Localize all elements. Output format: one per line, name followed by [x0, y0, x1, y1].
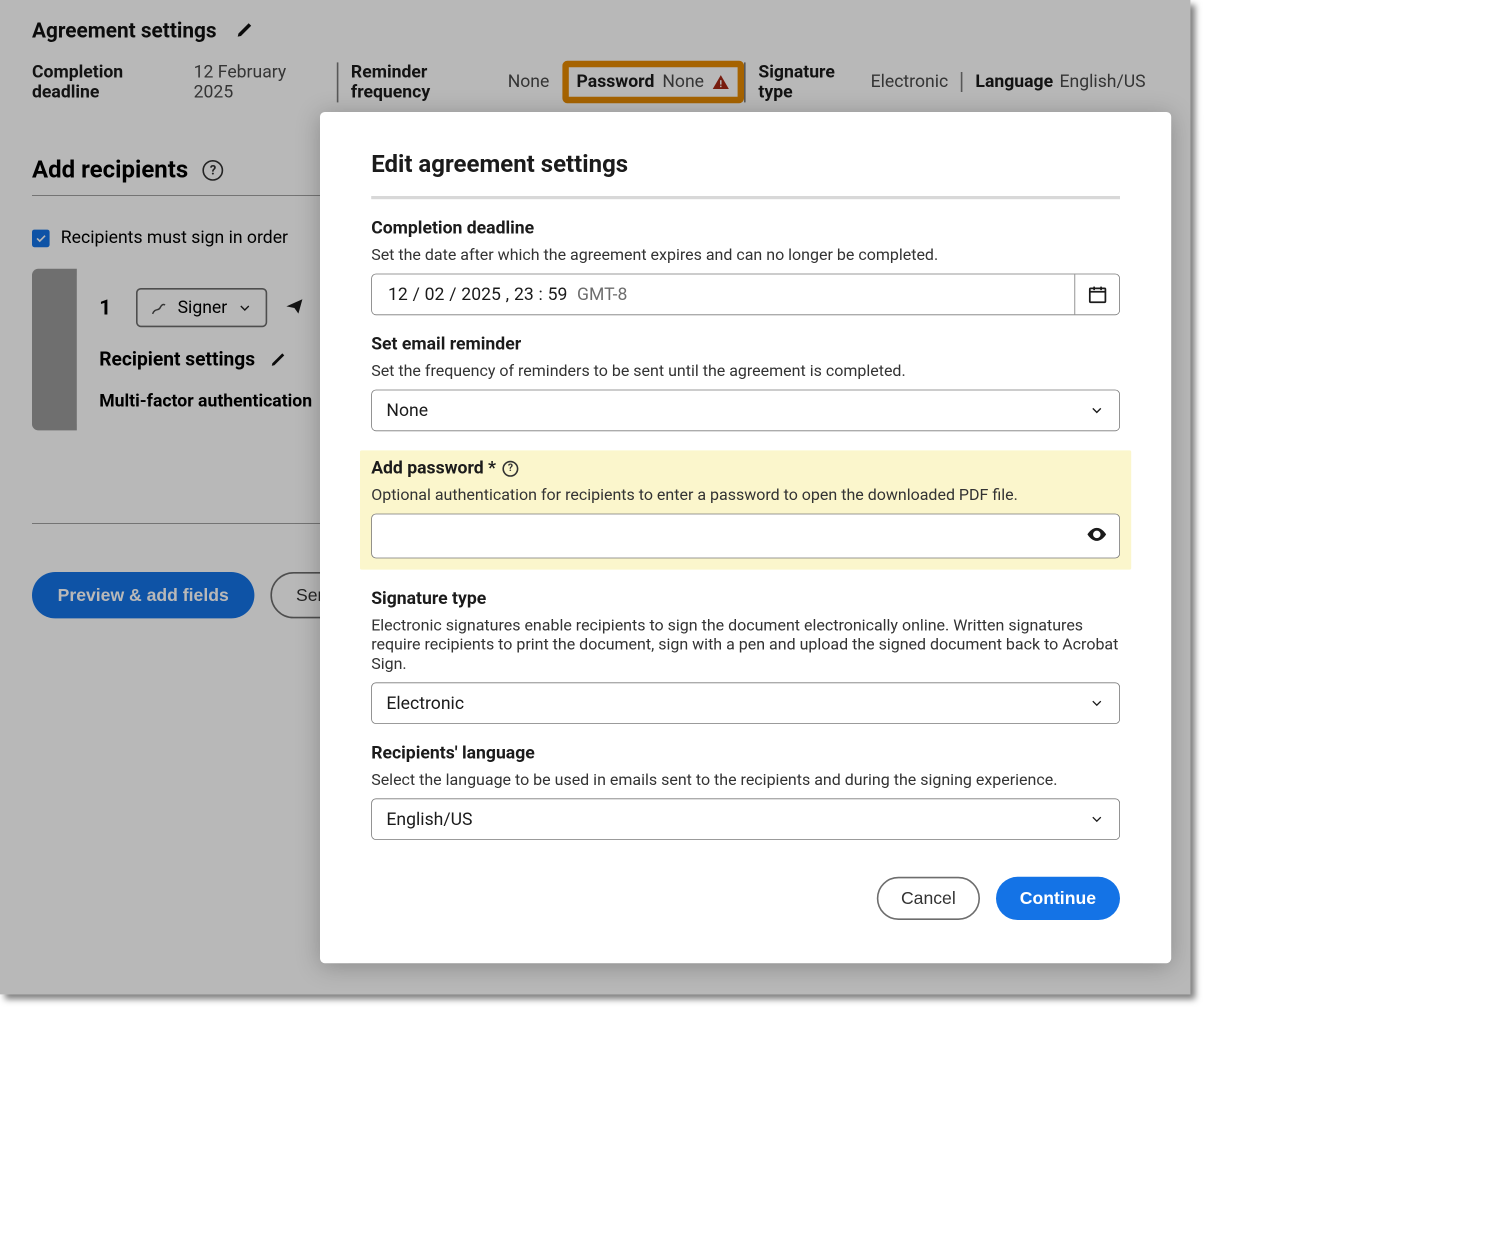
deadline-desc: Set the date after which the agreement e…	[371, 245, 1120, 264]
edit-settings-modal: Edit agreement settings Completion deadl…	[320, 112, 1171, 963]
recipient-settings-label: Recipient settings	[99, 348, 255, 370]
password-label: Add password * ?	[371, 458, 1120, 478]
page-title: Agreement settings	[32, 19, 217, 43]
edit-icon[interactable]	[236, 21, 254, 42]
password-input-wrapper	[371, 514, 1120, 559]
drag-handle[interactable]	[32, 269, 77, 431]
password-highlight-box: Password None	[562, 61, 744, 103]
edit-icon	[270, 350, 288, 368]
password-input[interactable]	[383, 526, 1085, 547]
reminder-desc: Set the frequency of reminders to be sen…	[371, 361, 1120, 380]
calendar-button[interactable]	[1074, 274, 1119, 314]
password-field: Add password * ? Optional authentication…	[360, 450, 1131, 569]
help-icon[interactable]: ?	[203, 160, 224, 181]
summary-sigtype[interactable]: Signature type Electronic	[744, 62, 961, 102]
mfa-label: Multi-factor authentication	[99, 391, 337, 411]
language-select[interactable]: English/US	[371, 798, 1120, 840]
settings-summary: Completion deadline 12 February 2025 Rem…	[32, 61, 1158, 103]
summary-language[interactable]: Language English/US	[961, 72, 1158, 92]
password-label-text: Add password *	[371, 458, 496, 478]
chevron-down-icon	[1089, 695, 1105, 711]
deadline-hour[interactable]: 23	[514, 284, 534, 304]
language-label: Recipients' language	[371, 743, 1120, 763]
modal-title: Edit agreement settings	[371, 150, 1120, 199]
reminder-select[interactable]: None	[371, 390, 1120, 432]
summary-sigtype-label: Signature type	[758, 62, 864, 102]
chevron-down-icon	[1089, 811, 1105, 827]
deadline-year[interactable]: 2025	[461, 284, 501, 304]
password-desc: Optional authentication for recipients t…	[371, 485, 1120, 504]
modal-buttons: Cancel Continue	[371, 877, 1120, 920]
recipient-role-label: Signer	[178, 298, 228, 318]
sigtype-label: Signature type	[371, 589, 1120, 609]
sign-in-order-checkbox[interactable]	[32, 229, 50, 247]
summary-reminder[interactable]: Reminder frequency None	[337, 62, 563, 102]
sigtype-value: Electronic	[386, 693, 464, 713]
summary-reminder-value: None	[508, 72, 550, 92]
continue-button[interactable]: Continue	[996, 877, 1120, 920]
summary-password-label: Password	[577, 72, 655, 92]
deadline-min[interactable]: 59	[548, 284, 568, 304]
language-value: English/US	[386, 809, 472, 829]
language-desc: Select the language to be used in emails…	[371, 770, 1120, 789]
sigtype-select[interactable]: Electronic	[371, 682, 1120, 724]
recipient-role-select[interactable]: Signer	[136, 288, 267, 327]
deadline-label: Completion deadline	[371, 218, 1120, 238]
deadline-day[interactable]: 12	[388, 284, 408, 304]
recipient-order: 1	[99, 296, 118, 320]
warning-icon	[712, 73, 730, 91]
preview-add-fields-button[interactable]: Preview & add fields	[32, 572, 254, 618]
sign-in-order-label: Recipients must sign in order	[61, 228, 288, 248]
summary-reminder-label: Reminder frequency	[351, 62, 501, 102]
chevron-down-icon	[237, 300, 253, 316]
summary-sigtype-value: Electronic	[871, 72, 949, 92]
cancel-button[interactable]: Cancel	[877, 877, 980, 920]
chevron-down-icon	[1089, 402, 1105, 418]
sigtype-desc: Electronic signatures enable recipients …	[371, 615, 1120, 673]
summary-language-label: Language	[975, 72, 1053, 92]
deadline-tz: GMT-8	[577, 284, 627, 304]
summary-completion-value: 12 February 2025	[194, 62, 324, 102]
summary-completion-label: Completion deadline	[32, 62, 187, 102]
recipient-settings-row[interactable]: Recipient settings	[99, 348, 337, 370]
calendar-icon	[1087, 284, 1108, 305]
language-field: Recipients' language Select the language…	[371, 743, 1120, 840]
deadline-month[interactable]: 02	[425, 284, 445, 304]
recipients-title: Add recipients	[32, 156, 188, 184]
summary-password-value: None	[662, 72, 704, 92]
reminder-field: Set email reminder Set the frequency of …	[371, 334, 1120, 431]
agreement-settings-header: Agreement settings	[32, 19, 1158, 43]
paper-plane-icon[interactable]	[285, 296, 304, 318]
help-icon[interactable]: ?	[502, 460, 518, 476]
sigtype-field: Signature type Electronic signatures ena…	[371, 589, 1120, 724]
eye-icon	[1086, 523, 1108, 545]
summary-language-value: English/US	[1060, 72, 1146, 92]
show-password-button[interactable]	[1086, 523, 1108, 549]
reminder-value: None	[386, 400, 428, 420]
deadline-field: Completion deadline Set the date after w…	[371, 218, 1120, 315]
deadline-input[interactable]: 12/ 02/ 2025, 23: 59 GMT-8	[371, 274, 1120, 316]
summary-password[interactable]: Password None	[562, 61, 744, 103]
reminder-label: Set email reminder	[371, 334, 1120, 354]
summary-completion[interactable]: Completion deadline 12 February 2025	[32, 62, 337, 102]
